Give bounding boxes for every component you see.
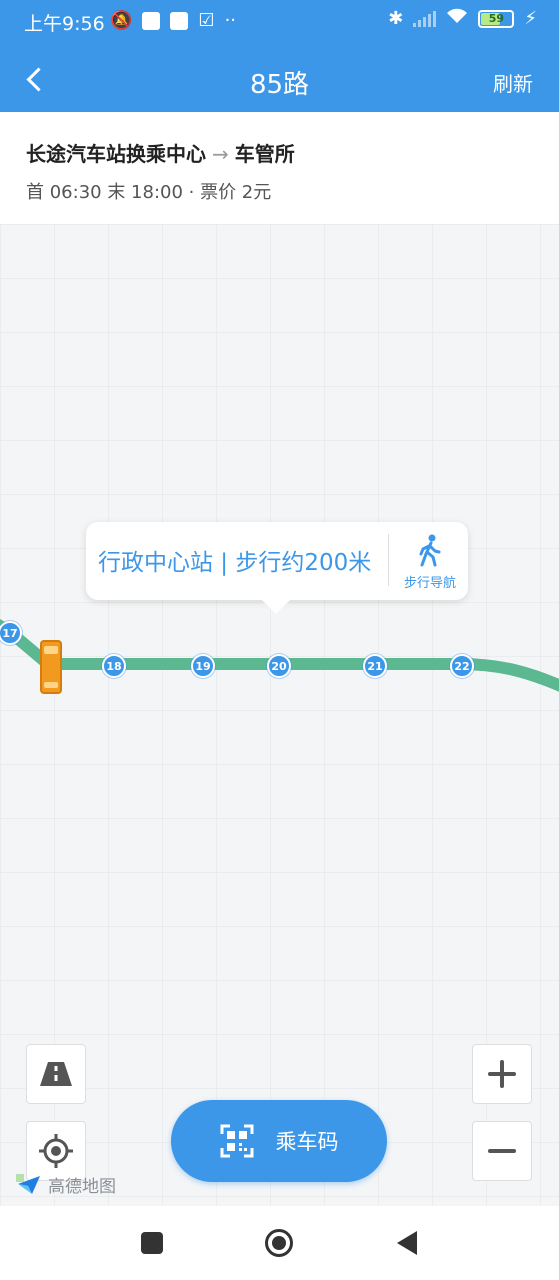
- back-triangle-icon: [397, 1231, 417, 1255]
- walk-navigation-button[interactable]: 步行导航: [392, 530, 468, 592]
- stop-callout[interactable]: 行政中心站 | 步行约200米 步行导航: [86, 522, 468, 614]
- mute-bell-icon: 🔕: [110, 10, 133, 31]
- system-nav-bar: [0, 1206, 559, 1280]
- stop-marker-19[interactable]: 19: [191, 654, 215, 678]
- stop-marker-20[interactable]: 20: [267, 654, 291, 678]
- route-destination: 车管所: [234, 142, 295, 166]
- route-info-card: 长途汽车站换乘中心 → 车管所 首 06:30 末 18:00 · 票价 2元: [0, 112, 559, 224]
- app-notification-icon-2: [170, 11, 189, 30]
- battery-level: 59: [488, 12, 505, 25]
- ride-code-label: 乘车码: [275, 1130, 339, 1154]
- more-dots-icon: ··: [224, 10, 237, 31]
- locate-crosshair-icon: [39, 1134, 73, 1168]
- amap-logo-text: 高德地图: [48, 1177, 116, 1197]
- road-icon: [40, 1062, 72, 1086]
- minus-icon: [488, 1137, 516, 1165]
- notification-icons: 🔕 ☑ ··: [110, 10, 236, 31]
- map-view[interactable]: 17 18 19 20 21 22 行政中心站 | 步行约200米 步行导航 乘…: [0, 224, 559, 1206]
- route-arrow-icon: →: [212, 142, 229, 166]
- recent-apps-button[interactable]: [137, 1228, 167, 1258]
- signal-icon: [413, 10, 437, 27]
- amap-logo-icon: [16, 1173, 42, 1196]
- walk-navigation-label: 步行导航: [403, 576, 456, 591]
- stop-marker-22[interactable]: 22: [450, 654, 474, 678]
- header: 85路 刷新: [0, 50, 559, 112]
- wifi-icon: [446, 8, 468, 29]
- qr-code-icon: [220, 1124, 253, 1158]
- callout-stop-text: 行政中心站 | 步行约200米: [98, 550, 372, 576]
- battery-icon: 59: [478, 9, 515, 28]
- zoom-in-button[interactable]: [472, 1044, 532, 1104]
- walking-person-icon: [419, 534, 441, 567]
- bluetooth-icon: ✱: [388, 8, 404, 29]
- zoom-out-button[interactable]: [472, 1121, 532, 1181]
- stop-marker-18[interactable]: 18: [102, 654, 126, 678]
- app-notification-icon: [142, 11, 161, 30]
- plus-icon: [488, 1060, 516, 1088]
- status-right: ✱ 59 ⚡: [388, 8, 537, 29]
- route-schedule-fare: 首 06:30 末 18:00 · 票价 2元: [26, 182, 272, 203]
- route-direction: 长途汽车站换乘中心 → 车管所: [26, 138, 295, 167]
- page-title: 85路: [249, 70, 310, 100]
- square-icon: [141, 1232, 163, 1254]
- task-check-icon: ☑: [198, 10, 215, 31]
- route-origin: 长途汽车站换乘中心: [26, 142, 206, 166]
- bus-marker[interactable]: [40, 640, 62, 694]
- status-time: 上午9:56: [24, 13, 105, 35]
- status-bar: 上午9:56 🔕 ☑ ·· ✱ 59 ⚡: [0, 0, 559, 44]
- system-back-button[interactable]: [392, 1228, 422, 1258]
- home-button[interactable]: [264, 1228, 294, 1258]
- callout-divider: [388, 534, 389, 586]
- stop-marker-21[interactable]: 21: [363, 654, 387, 678]
- top-bar: 上午9:56 🔕 ☑ ·· ✱ 59 ⚡ 85路 刷新: [0, 0, 559, 112]
- amap-logo: 高德地图: [16, 1172, 116, 1197]
- ride-code-button[interactable]: 乘车码: [171, 1100, 387, 1182]
- charging-icon: ⚡: [524, 8, 537, 29]
- road-traffic-button[interactable]: [26, 1044, 86, 1104]
- refresh-button[interactable]: 刷新: [493, 68, 533, 97]
- home-circle-icon: [265, 1229, 293, 1257]
